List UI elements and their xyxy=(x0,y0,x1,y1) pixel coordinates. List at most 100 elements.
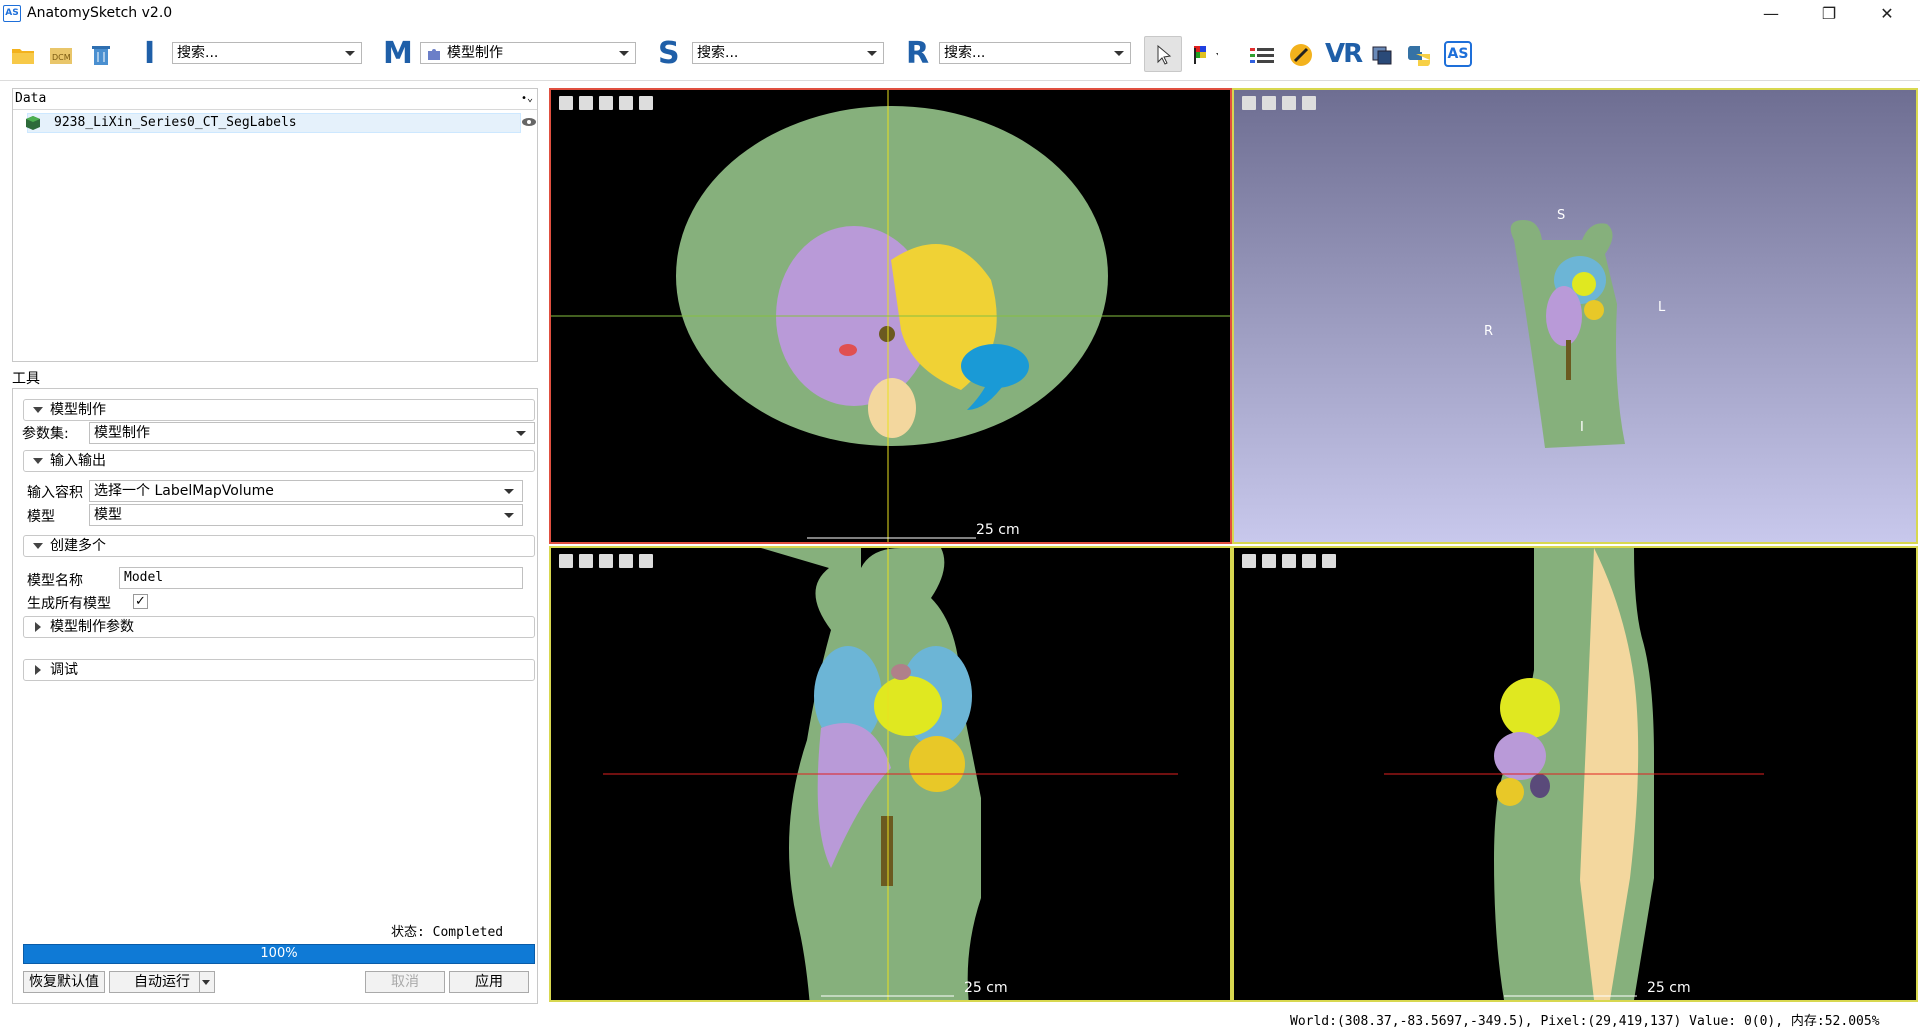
collapse-icon xyxy=(33,543,43,549)
expand-icon xyxy=(35,665,41,675)
generate-all-label: 生成所有模型 xyxy=(27,596,111,612)
view-controls[interactable] xyxy=(1242,554,1342,570)
minimize-button[interactable]: — xyxy=(1742,0,1800,28)
sagittal-image xyxy=(1384,548,1764,1000)
model-name-input[interactable]: Model xyxy=(119,567,523,589)
orient-s: S xyxy=(1557,208,1566,223)
python-icon[interactable] xyxy=(1404,42,1430,68)
list-icon[interactable] xyxy=(1248,42,1274,68)
layout-icon[interactable] xyxy=(559,554,573,568)
cancel-button[interactable]: 取消 xyxy=(365,971,445,993)
section-io[interactable]: 输入输出 xyxy=(23,450,535,472)
reset-icon[interactable] xyxy=(599,96,613,110)
screenshot-icon[interactable] xyxy=(639,554,653,568)
scale-label: 25 cm xyxy=(976,522,1020,538)
puzzle-icon xyxy=(428,49,440,60)
svg-text:DCM: DCM xyxy=(52,53,71,62)
chevron-down-icon xyxy=(202,980,210,985)
model-select[interactable]: 模型 xyxy=(89,504,523,526)
data-panel: Data •⌄ 9238_LiXin_Series0_CT_SegLabels xyxy=(12,88,538,362)
orient-r: R xyxy=(1484,324,1494,339)
collapse-icon xyxy=(33,458,43,464)
chevron-down-icon xyxy=(516,431,526,436)
search-s-combo[interactable]: 搜索... xyxy=(692,42,884,64)
model-name-label: 模型名称 xyxy=(27,573,83,589)
maximize-icon[interactable] xyxy=(579,554,593,568)
sagittal-view[interactable]: 25 cm xyxy=(1232,546,1918,1002)
r-mode-icon[interactable]: R xyxy=(906,36,929,71)
layout-icon[interactable] xyxy=(1242,554,1256,568)
section-model-params[interactable]: 模型制作参数 xyxy=(23,616,535,638)
progress-bar: 100% xyxy=(23,944,535,964)
vr-icon[interactable]: VR xyxy=(1325,39,1363,69)
input-volume-select[interactable]: 选择一个 LabelMapVolume xyxy=(89,480,523,502)
header-options-icon[interactable]: •⌄ xyxy=(521,89,533,109)
layers-icon[interactable] xyxy=(1370,42,1396,68)
s-mode-icon[interactable]: S xyxy=(658,36,680,71)
app-logo-icon: AS xyxy=(3,5,21,22)
status-bar: World:(308.37,-83.5697,-349.5), Pixel:(2… xyxy=(1290,1014,1880,1029)
data-header: Data •⌄ xyxy=(13,89,537,110)
axial-view[interactable]: 25 cm xyxy=(549,88,1232,544)
param-set-select[interactable]: 模型制作 xyxy=(89,422,535,444)
maximize-icon[interactable] xyxy=(1262,554,1276,568)
select-tool-button[interactable] xyxy=(1144,36,1182,72)
screenshot-icon[interactable] xyxy=(1302,96,1316,110)
reset-icon[interactable] xyxy=(599,554,613,568)
auto-run-button[interactable]: 自动运行 xyxy=(109,971,215,993)
maximize-icon[interactable] xyxy=(579,96,593,110)
fit-icon[interactable] xyxy=(619,554,633,568)
restore-defaults-button[interactable]: 恢复默认值 xyxy=(23,971,105,993)
maximize-icon[interactable] xyxy=(1262,96,1276,110)
reset-icon[interactable] xyxy=(1282,554,1296,568)
view-controls[interactable] xyxy=(559,554,659,570)
i-mode-icon[interactable]: I xyxy=(144,36,155,71)
coronal-image xyxy=(603,548,1178,1000)
input-volume-label: 输入容积 xyxy=(27,485,83,501)
restore-button[interactable]: ❐ xyxy=(1800,0,1858,28)
open-folder-icon[interactable] xyxy=(10,42,36,68)
fit-icon[interactable] xyxy=(1302,554,1316,568)
as-logo-icon[interactable]: AS xyxy=(1444,41,1472,67)
module-combo[interactable]: 模型制作 xyxy=(420,42,636,64)
layout-icon[interactable] xyxy=(559,96,573,110)
color-picker-icon[interactable] xyxy=(1192,42,1218,68)
apply-button[interactable]: 应用 xyxy=(449,971,529,993)
model-label: 模型 xyxy=(27,509,55,525)
generate-all-checkbox[interactable]: ✓ xyxy=(133,594,148,609)
chevron-down-icon xyxy=(619,51,629,56)
section-model-make[interactable]: 模型制作 xyxy=(23,399,535,421)
chevron-down-icon xyxy=(504,513,514,518)
orient-l: L xyxy=(1658,300,1666,315)
fit-icon[interactable] xyxy=(619,96,633,110)
close-button[interactable]: ✕ xyxy=(1858,0,1916,28)
screenshot-icon[interactable] xyxy=(639,96,653,110)
tools-title: 工具 xyxy=(12,371,40,387)
brush-icon[interactable] xyxy=(1288,42,1314,68)
param-set-label: 参数集: xyxy=(22,426,69,442)
screenshot-icon[interactable] xyxy=(1322,554,1336,568)
reset-icon[interactable] xyxy=(1282,96,1296,110)
data-item[interactable]: 9238_LiXin_Series0_CT_SegLabels xyxy=(26,113,521,133)
trash-icon[interactable] xyxy=(88,42,114,68)
main-toolbar: DCM I 搜索... M 模型制作 S 搜索... R 搜索... VR AS xyxy=(0,28,1920,81)
section-create-multiple[interactable]: 创建多个 xyxy=(23,535,535,557)
m-mode-icon[interactable]: M xyxy=(383,36,413,71)
coronal-view[interactable]: 25 cm xyxy=(549,546,1232,1002)
layout-icon[interactable] xyxy=(1242,96,1256,110)
cursor-icon xyxy=(1157,44,1172,65)
axial-image xyxy=(551,90,1230,542)
expand-icon xyxy=(35,622,41,632)
search-r-combo[interactable]: 搜索... xyxy=(939,42,1131,64)
view-controls[interactable] xyxy=(1242,96,1322,112)
orient-i: I xyxy=(1580,420,1584,435)
visibility-eye-icon[interactable] xyxy=(521,115,537,129)
3d-view[interactable]: S I R L xyxy=(1232,88,1918,544)
section-debug[interactable]: 调试 xyxy=(23,659,535,681)
dicom-icon[interactable]: DCM xyxy=(48,42,74,68)
auto-run-dropdown[interactable] xyxy=(199,972,214,992)
view-controls[interactable] xyxy=(559,96,659,112)
search-i-combo[interactable]: 搜索... xyxy=(172,42,362,64)
scale-label: 25 cm xyxy=(1647,980,1691,996)
scale-label: 25 cm xyxy=(964,980,1008,996)
